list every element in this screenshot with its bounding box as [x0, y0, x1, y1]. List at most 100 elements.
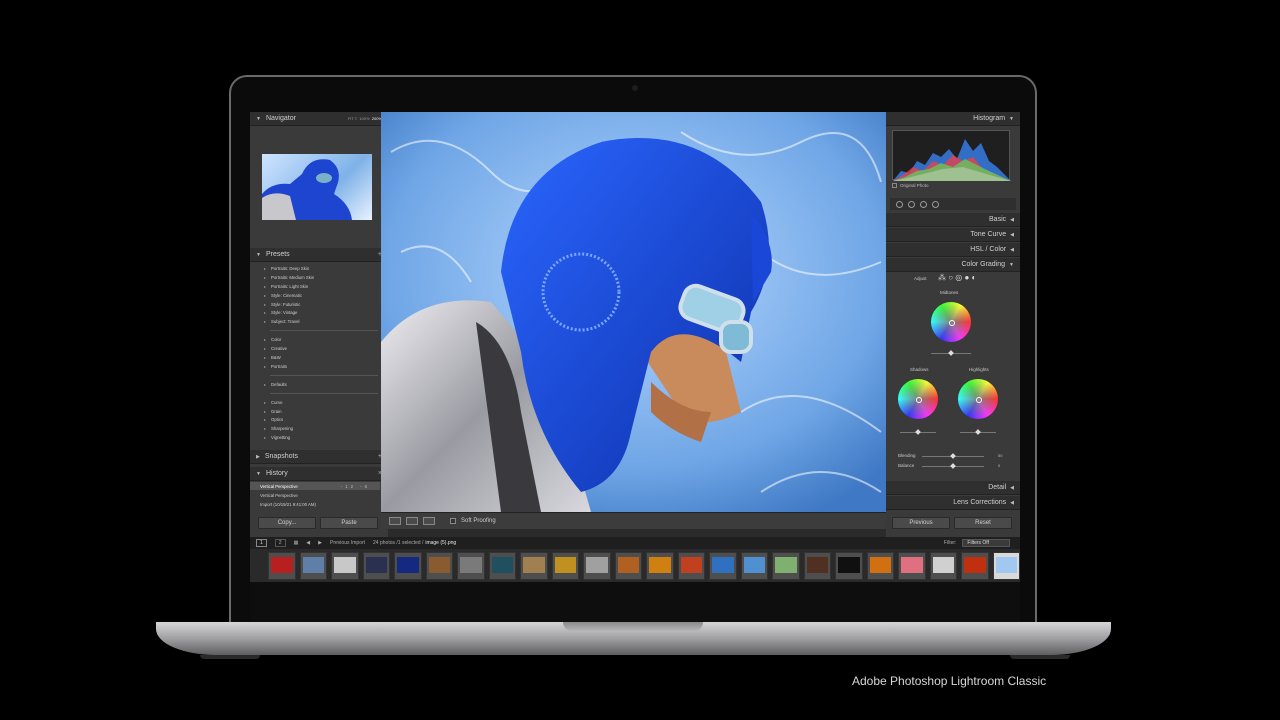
- previous-button[interactable]: Previous: [892, 517, 950, 529]
- section-color-grading[interactable]: Color Grading ▼: [886, 258, 1020, 272]
- filmstrip-thumbnail[interactable]: [866, 551, 894, 580]
- filmstrip-source[interactable]: Previous Import: [330, 540, 365, 546]
- balance-slider[interactable]: [922, 466, 984, 467]
- preset-item[interactable]: Color: [250, 335, 388, 344]
- filmstrip-thumbnail[interactable]: [551, 551, 579, 580]
- preset-item[interactable]: Style: Vintage: [250, 308, 388, 317]
- preset-item[interactable]: Portraits: Deep Skin: [250, 264, 388, 273]
- zoom-100[interactable]: 100%: [359, 116, 369, 121]
- zoom-fit[interactable]: FIT ≡: [348, 116, 357, 121]
- midtones-luminance-slider[interactable]: [931, 353, 971, 354]
- filmstrip-thumbnail[interactable]: [740, 551, 768, 580]
- preset-item[interactable]: Defaults: [250, 380, 388, 389]
- filmstrip-thumbnail[interactable]: [425, 551, 453, 580]
- original-photo-checkbox[interactable]: [892, 183, 897, 188]
- history-item[interactable]: Import (10/19/21 9:41:00 AM): [250, 500, 380, 508]
- laptop-base: [156, 622, 1111, 655]
- highlights-color-wheel[interactable]: [958, 379, 998, 419]
- selected-file-name[interactable]: image (5).png: [425, 540, 456, 546]
- spot-removal-icon[interactable]: [908, 200, 915, 208]
- copy-button[interactable]: Copy...: [258, 517, 316, 529]
- filmstrip-thumbnail[interactable]: [614, 551, 642, 580]
- preset-item[interactable]: Sharpening: [250, 424, 388, 433]
- filmstrip-thumbnail[interactable]: [362, 551, 390, 580]
- blending-slider[interactable]: [922, 456, 984, 457]
- primary-window-button[interactable]: 1: [256, 539, 267, 547]
- preset-item[interactable]: B&W: [250, 353, 388, 362]
- secondary-window-button[interactable]: 2: [274, 539, 286, 547]
- filmstrip-thumbnail[interactable]: [488, 551, 516, 580]
- shadows-luminance-slider[interactable]: [900, 432, 936, 433]
- blending-value[interactable]: 50: [998, 453, 1002, 458]
- presets-header[interactable]: ▼ Presets +: [250, 248, 388, 262]
- preset-item[interactable]: Optics: [250, 415, 388, 424]
- compare-view-icon[interactable]: [406, 517, 418, 525]
- filmstrip-thumbnail[interactable]: [646, 551, 674, 580]
- balance-value[interactable]: 0: [998, 463, 1000, 468]
- crop-tool-icon[interactable]: [896, 200, 903, 208]
- navigator-preview[interactable]: [262, 154, 372, 220]
- filmstrip-thumbnail[interactable]: [331, 551, 359, 580]
- section-label: HSL / Color: [970, 246, 1007, 253]
- histogram-header[interactable]: Histogram ▼: [886, 112, 1020, 126]
- filmstrip-thumbnail[interactable]: [268, 551, 296, 580]
- filmstrip-thumbnail[interactable]: [394, 551, 422, 580]
- forward-arrow-icon[interactable]: ▶: [318, 540, 322, 546]
- section-basic[interactable]: Basic ◀: [886, 213, 1020, 227]
- section-tone-curve[interactable]: Tone Curve ◀: [886, 228, 1020, 242]
- preset-item[interactable]: Portraits: Medium Skin: [250, 273, 388, 282]
- history-item-label: Import (10/19/21 9:41:00 AM): [260, 501, 316, 507]
- zoom-options[interactable]: FIT ≡ 100% 200%: [348, 116, 382, 121]
- preset-item[interactable]: Grain: [250, 407, 388, 416]
- soft-proofing-checkbox[interactable]: [450, 518, 456, 524]
- shadows-color-wheel[interactable]: [898, 379, 938, 419]
- mask-icon[interactable]: [932, 200, 939, 208]
- preset-item[interactable]: Style: Futuristic: [250, 300, 388, 309]
- filter-dropdown[interactable]: Filters Off: [962, 539, 1010, 547]
- reset-button[interactable]: Reset: [954, 517, 1012, 529]
- filmstrip-thumbnail[interactable]: [457, 551, 485, 580]
- main-photo[interactable]: [381, 112, 886, 512]
- snapshots-header[interactable]: ▶ Snapshots +: [250, 450, 388, 464]
- preset-item[interactable]: Portraits: Light Skin: [250, 282, 388, 291]
- survey-view-icon[interactable]: [423, 517, 435, 525]
- history-item[interactable]: Vertical Perspective -12 -6: [250, 482, 380, 490]
- preset-item[interactable]: Creative: [250, 344, 388, 353]
- grid-icon[interactable]: ▦: [294, 540, 299, 546]
- history-item[interactable]: Vertical Perspective: [250, 491, 380, 499]
- divider: [270, 330, 378, 332]
- preset-item[interactable]: Curve: [250, 398, 388, 407]
- history-header[interactable]: ▼ History ×: [250, 467, 388, 481]
- paste-button[interactable]: Paste: [320, 517, 378, 529]
- filmstrip-thumbnail[interactable]: [835, 551, 863, 580]
- filmstrip-thumbnail[interactable]: [929, 551, 957, 580]
- midtones-color-wheel[interactable]: [931, 302, 971, 342]
- filmstrip-thumbnail[interactable]: [772, 551, 800, 580]
- filmstrip: [250, 549, 1020, 582]
- filmstrip-thumbnail[interactable]: [583, 551, 611, 580]
- back-arrow-icon[interactable]: ◀: [306, 540, 310, 546]
- filmstrip-thumbnail[interactable]: [520, 551, 548, 580]
- preset-item[interactable]: Subject: Travel: [250, 317, 388, 326]
- filmstrip-thumbnail[interactable]: [898, 551, 926, 580]
- original-photo-toggle[interactable]: Original Photo: [892, 183, 929, 188]
- thumbnail-image: [365, 556, 387, 573]
- section-hsl-color[interactable]: HSL / Color ◀: [886, 243, 1020, 257]
- grading-mode-icons[interactable]: ⁂ ○ ◎ ● ◐: [938, 273, 976, 282]
- highlights-luminance-slider[interactable]: [960, 432, 996, 433]
- navigator-header[interactable]: ▼ Navigator FIT ≡ 100% 200%: [250, 112, 388, 126]
- filter-control: Filter: Filters Off: [944, 539, 1020, 547]
- red-eye-icon[interactable]: [920, 200, 927, 208]
- loupe-view-icon[interactable]: [389, 517, 401, 525]
- filmstrip-thumbnail[interactable]: [709, 551, 737, 580]
- filmstrip-thumbnail[interactable]: [677, 551, 705, 580]
- section-lens-corrections[interactable]: Lens Corrections ◀: [886, 496, 1020, 510]
- preset-item[interactable]: Portraits: [250, 362, 388, 371]
- preset-item[interactable]: Style: Cinematic: [250, 291, 388, 300]
- filmstrip-thumbnail[interactable]: [992, 551, 1020, 580]
- section-detail[interactable]: Detail ◀: [886, 481, 1020, 495]
- filmstrip-thumbnail[interactable]: [961, 551, 989, 580]
- preset-item[interactable]: Vignetting: [250, 433, 388, 442]
- filmstrip-thumbnail[interactable]: [803, 551, 831, 580]
- filmstrip-thumbnail[interactable]: [299, 551, 327, 580]
